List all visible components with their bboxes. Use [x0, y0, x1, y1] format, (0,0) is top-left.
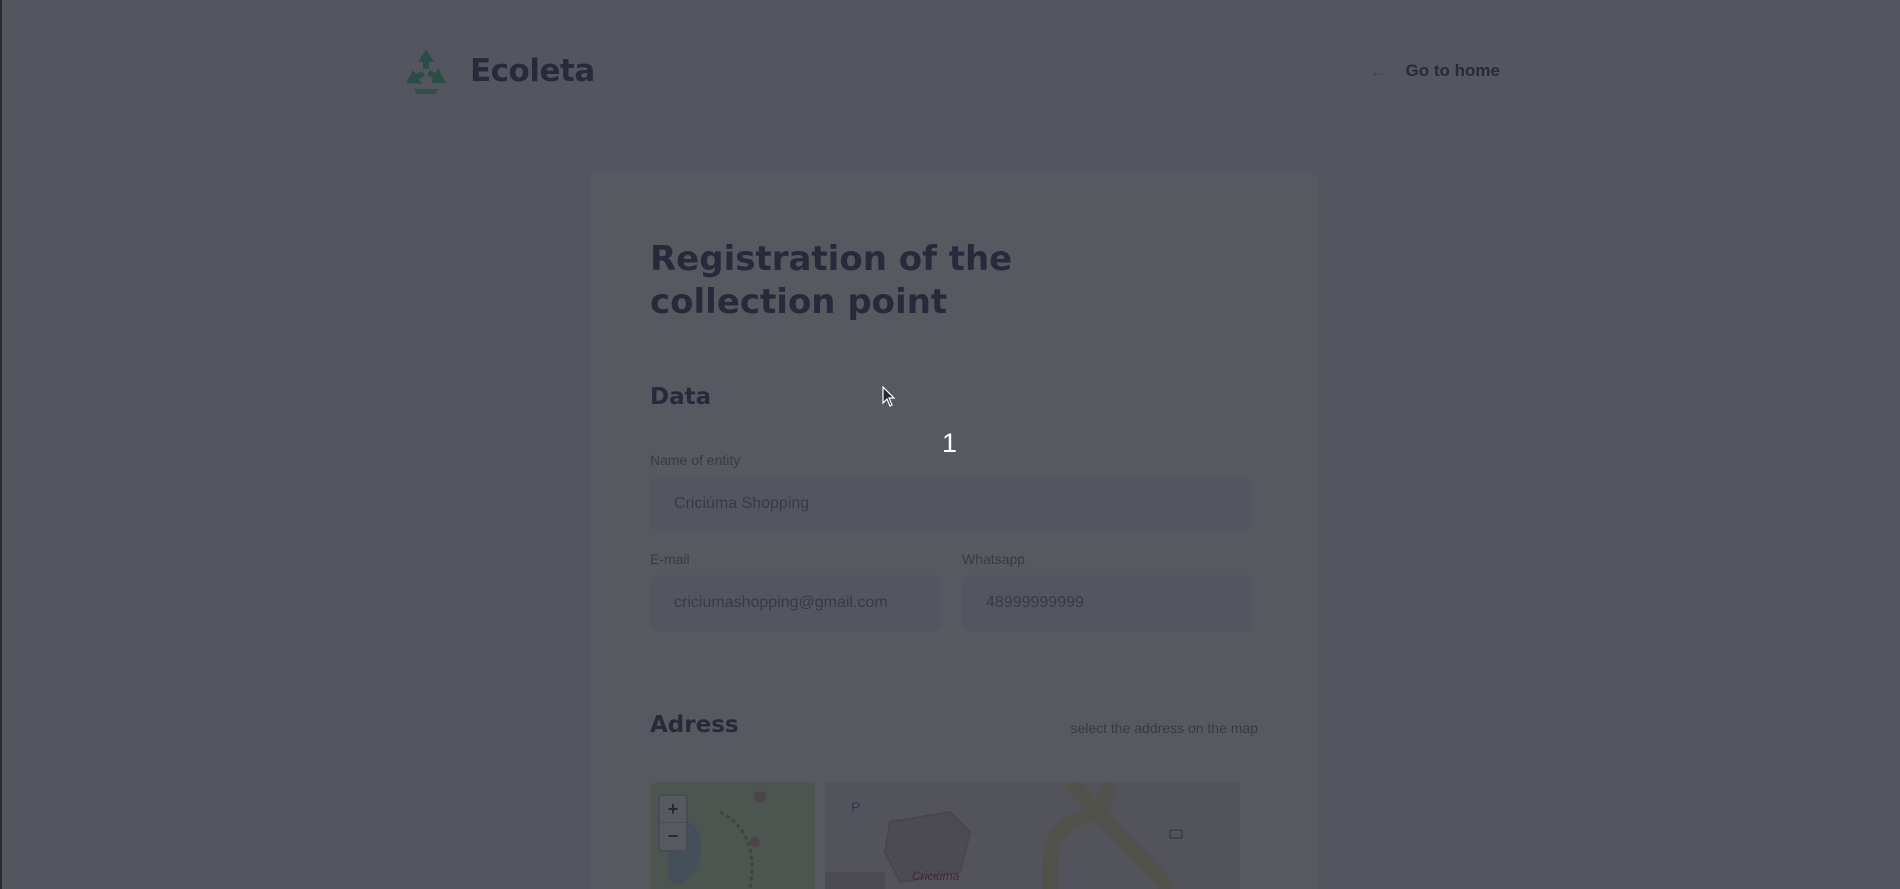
whatsapp-field: Whatsapp 48999999999: [962, 551, 1252, 631]
whatsapp-label: Whatsapp: [962, 551, 1026, 567]
go-to-home-label: Go to home: [1405, 61, 1500, 80]
email-input[interactable]: criciumashopping@gmail.com: [650, 575, 941, 631]
header: Ecoleta ← Go to home: [400, 40, 1500, 102]
zoom-in-button[interactable]: +: [660, 796, 686, 823]
logo: Ecoleta: [400, 45, 595, 97]
go-to-home-link[interactable]: ← Go to home: [1370, 61, 1500, 82]
email-field: E-mail criciumashopping@gmail.com: [650, 551, 941, 631]
page-title: Registration of the collection point: [650, 239, 1013, 322]
app-name: Ecoleta: [470, 53, 595, 89]
registration-form: Registration of the collection point Dat…: [590, 172, 1318, 889]
map-tiles: P Criciúma: [650, 782, 1252, 889]
mouse-cursor-icon: [882, 386, 896, 407]
parking-label: P: [851, 799, 860, 815]
whatsapp-input[interactable]: 48999999999: [962, 575, 1252, 631]
arrow-left-icon: ←: [1369, 60, 1388, 81]
zoom-out-button[interactable]: −: [660, 823, 686, 849]
entity-name-field: Name of entity Criciúma Shopping: [650, 452, 1252, 532]
step-number: 1: [942, 428, 958, 458]
address-hint: select the address on the map: [1070, 720, 1258, 736]
data-section-title: Data: [650, 384, 712, 410]
email-label: E-mail: [650, 551, 690, 567]
map[interactable]: P Criciúma + −: [650, 782, 1252, 889]
place-label: Criciúma: [912, 869, 960, 883]
map-zoom-control: + −: [658, 794, 688, 852]
recycle-icon: [406, 49, 446, 94]
address-section-title: Adress: [650, 712, 739, 738]
entity-name-input[interactable]: Criciúma Shopping: [650, 476, 1252, 532]
window-edge: [0, 0, 2, 889]
